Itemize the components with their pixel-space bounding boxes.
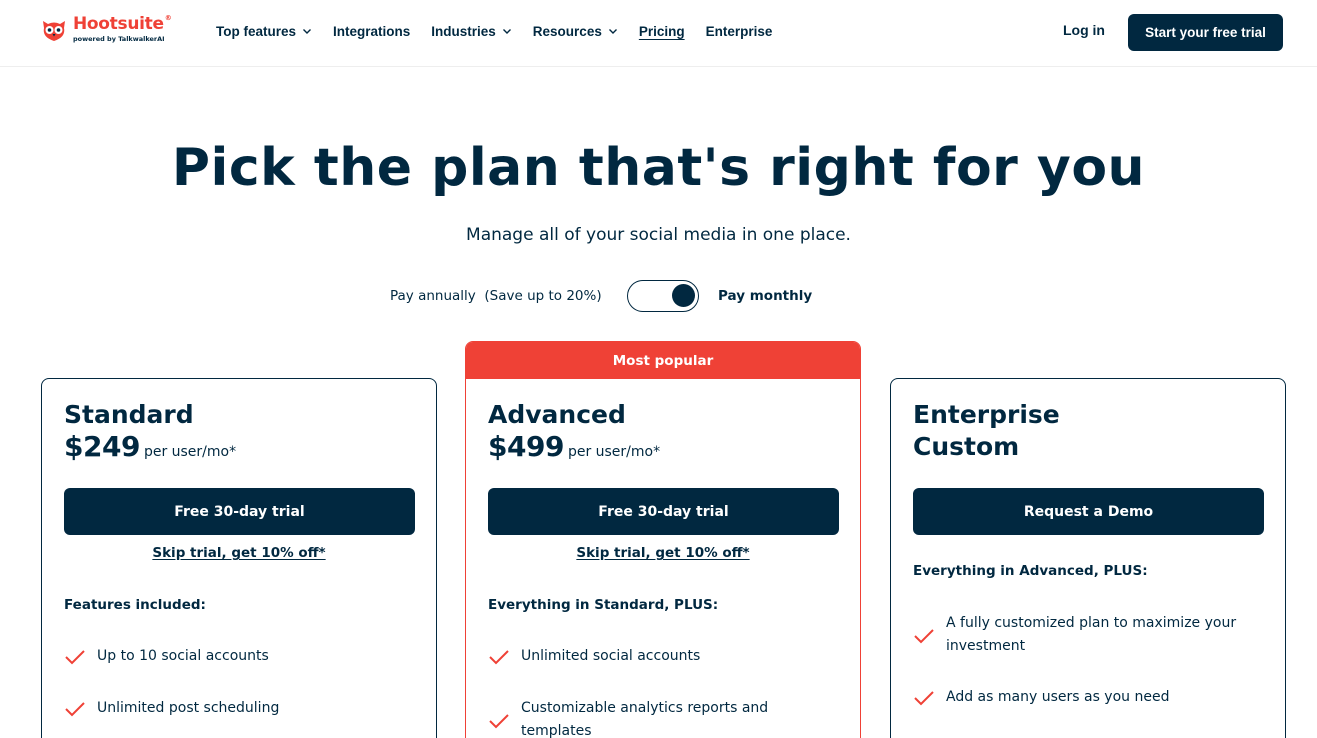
- check-icon: [65, 650, 85, 665]
- check-icon: [489, 650, 509, 665]
- site-header: Hootsuite® powered by TalkwalkerAI Top f…: [0, 0, 1317, 67]
- plan-card-advanced: Most popular Advanced $499 per user/mo* …: [465, 341, 861, 738]
- nav-pricing[interactable]: Pricing: [639, 24, 685, 39]
- feature-item: Add as many users as you need: [913, 686, 1253, 709]
- nav-resources[interactable]: Resources: [533, 24, 618, 39]
- check-icon: [914, 629, 934, 644]
- pay-annually-label[interactable]: Pay annually (Save up to 20%): [390, 288, 602, 304]
- price-row: $499 per user/mo*: [488, 430, 660, 463]
- features-heading: Features included:: [64, 597, 206, 613]
- feature-item: Unlimited social accounts: [488, 645, 828, 668]
- main-nav: Top features Integrations Industries Res…: [216, 21, 793, 41]
- plan-price: $249: [64, 430, 140, 463]
- hootsuite-logo[interactable]: Hootsuite® powered by TalkwalkerAI: [40, 14, 180, 46]
- feature-text: Customizable analytics reports and templ…: [521, 700, 769, 738]
- skip-trial-link[interactable]: Skip trial, get 10% off*: [466, 545, 860, 561]
- free-trial-button[interactable]: Free 30-day trial: [64, 488, 415, 535]
- check-icon: [489, 714, 509, 729]
- feature-text: Unlimited social accounts: [521, 648, 701, 664]
- pay-monthly-label[interactable]: Pay monthly: [718, 288, 812, 304]
- billing-period-toggle[interactable]: [627, 280, 699, 312]
- feature-item: A fully customized plan to maximize your…: [913, 612, 1258, 658]
- free-trial-button[interactable]: Free 30-day trial: [488, 488, 839, 535]
- brand-reg-mark: ®: [164, 14, 172, 22]
- page-title: Pick the plan that's right for you: [171, 138, 1146, 198]
- owl-logo-icon: [43, 21, 65, 41]
- feature-item: Up to 10 social accounts: [64, 645, 404, 668]
- nav-resources-label: Resources: [532, 23, 602, 39]
- feature-text: A fully customized plan to maximize your…: [946, 615, 1237, 654]
- chevron-down-icon: [502, 29, 511, 34]
- chevron-down-icon: [303, 29, 312, 34]
- feature-text: Up to 10 social accounts: [97, 648, 269, 664]
- request-demo-button[interactable]: Request a Demo: [913, 488, 1264, 535]
- nav-enterprise[interactable]: Enterprise: [706, 24, 773, 39]
- price-unit: per user/mo*: [143, 444, 237, 460]
- nav-top-features[interactable]: Top features: [216, 24, 312, 39]
- toggle-knob: [672, 284, 695, 307]
- features-heading: Everything in Standard, PLUS:: [488, 597, 719, 613]
- nav-industries[interactable]: Industries: [431, 24, 512, 39]
- nav-top-features-label: Top features: [216, 23, 297, 39]
- feature-item: Customizable analytics reports and templ…: [488, 697, 798, 738]
- login-link[interactable]: Log in: [1063, 22, 1105, 38]
- feature-text: Add as many users as you need: [946, 689, 1170, 705]
- feature-item: Unlimited post scheduling: [64, 697, 404, 720]
- plan-name: Standard: [64, 400, 194, 429]
- plan-price: $499: [488, 430, 564, 463]
- feature-text: Unlimited post scheduling: [97, 700, 280, 716]
- price-row: $249 per user/mo*: [64, 430, 236, 463]
- most-popular-badge: Most popular: [466, 342, 860, 379]
- plan-name: Advanced: [488, 400, 626, 429]
- nav-integrations-label: Integrations: [333, 23, 411, 39]
- chevron-down-icon: [608, 29, 617, 34]
- plan-price-custom: Custom: [913, 432, 1020, 461]
- nav-integrations[interactable]: Integrations: [333, 24, 410, 39]
- check-icon: [65, 702, 85, 717]
- price-unit: per user/mo*: [567, 444, 661, 460]
- plan-card-standard: Standard $249 per user/mo* Free 30-day t…: [41, 378, 437, 738]
- plan-card-enterprise: Enterprise Custom Request a Demo Everyth…: [890, 378, 1286, 738]
- plan-name: Enterprise: [913, 400, 1060, 429]
- page-subtitle: Manage all of your social media in one p…: [466, 225, 851, 245]
- brand-tagline: powered by TalkwalkerAI: [73, 35, 165, 43]
- brand-name: Hootsuite: [73, 14, 164, 34]
- nav-enterprise-label: Enterprise: [705, 23, 773, 39]
- skip-trial-link[interactable]: Skip trial, get 10% off*: [42, 545, 436, 561]
- check-icon: [914, 691, 934, 706]
- nav-industries-label: Industries: [431, 23, 496, 39]
- features-heading: Everything in Advanced, PLUS:: [913, 563, 1148, 579]
- start-free-trial-button[interactable]: Start your free trial: [1128, 14, 1283, 51]
- nav-pricing-label: Pricing: [638, 23, 685, 39]
- billing-toggle-group: Pay annually (Save up to 20%) Pay monthl…: [0, 280, 1317, 312]
